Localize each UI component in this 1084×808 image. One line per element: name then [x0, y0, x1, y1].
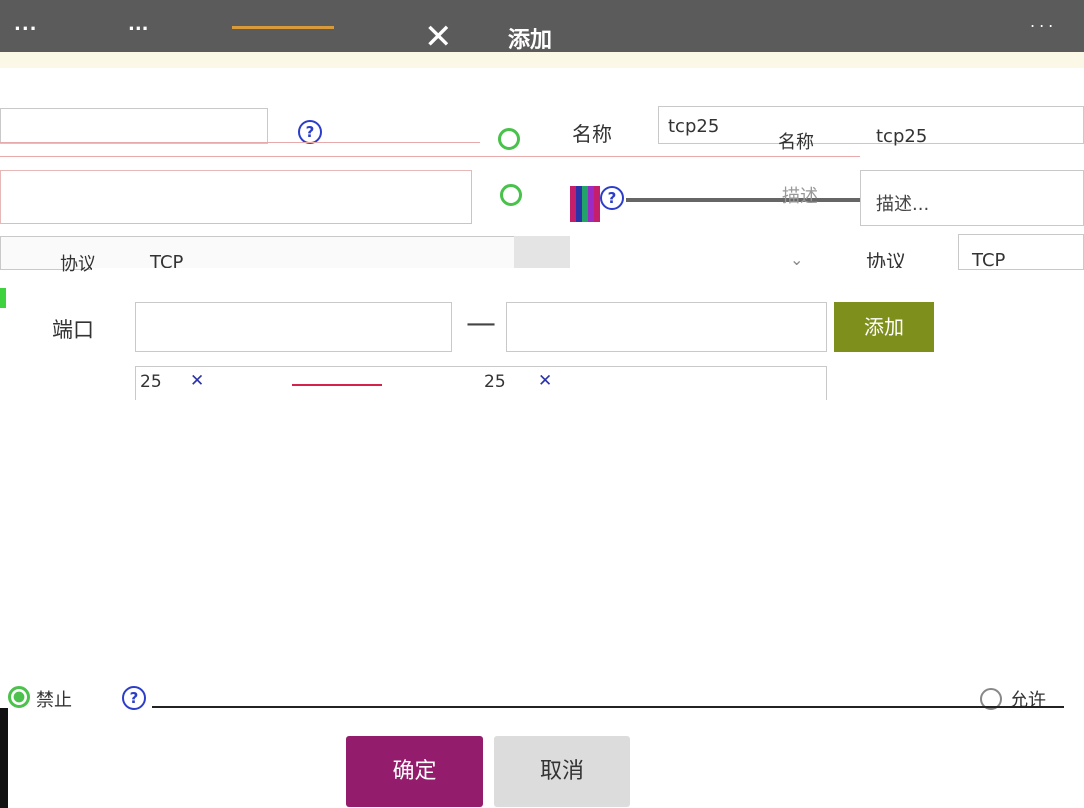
- divider: [152, 706, 1064, 708]
- active-tab-indicator: [232, 26, 334, 29]
- dialog-header: ... ... ✕ 添加 ...: [0, 0, 1084, 54]
- port-label: 端口: [52, 318, 94, 342]
- name-field-ghost[interactable]: [0, 108, 268, 144]
- help-icon[interactable]: ?: [122, 686, 146, 710]
- color-stripe: [570, 186, 600, 222]
- remove-tag-icon[interactable]: ✕: [538, 371, 552, 391]
- status-dot-icon: [498, 128, 520, 150]
- confirm-button[interactable]: 确定: [346, 736, 483, 807]
- divider: [292, 384, 382, 386]
- header-tab-a[interactable]: ...: [14, 14, 38, 35]
- port-tag-list: [135, 366, 827, 400]
- name-input[interactable]: [658, 106, 1084, 144]
- header-tab-b[interactable]: ...: [128, 14, 149, 35]
- cancel-button[interactable]: 取消: [494, 736, 630, 807]
- radio-deny-label: 禁止: [36, 690, 72, 711]
- protocol-value: TCP: [972, 250, 1006, 271]
- remove-tag-icon[interactable]: ✕: [190, 371, 204, 391]
- header-strip: [0, 52, 1084, 68]
- divider: [0, 142, 480, 143]
- radio-deny[interactable]: [8, 686, 30, 708]
- chevron-down-icon[interactable]: ⌄: [790, 250, 803, 269]
- name-label: 名称: [572, 122, 612, 146]
- close-icon[interactable]: ✕: [424, 20, 460, 54]
- protocol-label-ghost: 协议: [60, 254, 96, 275]
- port-end-input[interactable]: [506, 302, 827, 352]
- name-value: tcp25: [668, 116, 720, 137]
- name-label-ghost: 名称: [778, 132, 814, 153]
- port-start-input[interactable]: [135, 302, 452, 352]
- add-port-button[interactable]: 添加: [834, 302, 934, 352]
- port-range-separator: —: [466, 306, 496, 341]
- help-icon[interactable]: ?: [298, 120, 322, 144]
- select-toggle[interactable]: [514, 236, 570, 268]
- header-indicator: ...: [1030, 12, 1058, 31]
- page-edge: [0, 708, 8, 808]
- divider: [0, 156, 860, 157]
- description-label: 描述: [782, 186, 818, 207]
- radio-allow-label: 允许: [1010, 690, 1046, 711]
- help-icon[interactable]: ?: [600, 186, 624, 210]
- name-value-ghost: tcp25: [876, 126, 928, 147]
- description-field-ghost[interactable]: [0, 170, 472, 224]
- status-dot-icon: [0, 288, 6, 308]
- dialog-title: 添加: [508, 28, 553, 53]
- port-tag: 25: [140, 372, 162, 392]
- status-dot-icon: [500, 184, 522, 206]
- port-tag: 25: [484, 372, 506, 392]
- description-placeholder: 描述...: [876, 194, 930, 215]
